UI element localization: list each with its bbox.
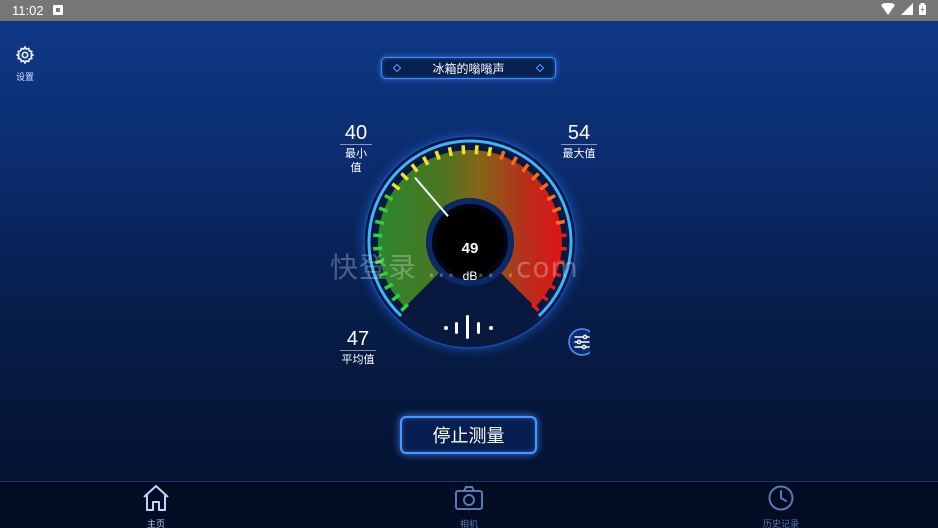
watermark: 快登录 ... ... .com (330, 251, 579, 284)
nav-history-label: 历史记录 (762, 520, 799, 528)
min-stat: 40 最小值 (340, 122, 372, 175)
battery-icon (919, 3, 926, 15)
diamond-right-icon (535, 63, 545, 73)
max-stat: 54 最大值 (561, 122, 597, 161)
status-icons (881, 3, 926, 15)
clock-icon (768, 485, 794, 511)
gauge-tick (555, 219, 566, 226)
gauge-tick (474, 145, 479, 155)
gear-icon (15, 45, 35, 65)
max-label: 最大值 (561, 144, 597, 161)
gauge-tick (486, 146, 493, 157)
avg-stat: 47 平均值 (340, 328, 376, 367)
camera-icon (455, 486, 483, 510)
gauge-tick (557, 233, 567, 238)
sliders-icon (574, 334, 590, 350)
bottom-nav: 主页 相机 历史记录 (0, 481, 938, 528)
nav-history[interactable]: 历史记录 (751, 484, 811, 528)
wifi-icon (881, 3, 895, 15)
notification-icon (53, 5, 63, 15)
gauge-tick (374, 219, 385, 226)
recording-title[interactable]: 冰箱的嗡嗡声 (381, 57, 556, 79)
gauge-tick (461, 145, 466, 155)
min-value: 40 (344, 122, 368, 144)
gauge-tick (373, 233, 383, 238)
settings-label: 设置 (15, 73, 34, 83)
recording-title-text: 冰箱的嗡嗡声 (432, 61, 505, 76)
diamond-left-icon (392, 63, 402, 73)
signal-icon (901, 3, 913, 15)
home-icon (143, 485, 169, 511)
gauge-tick (447, 146, 454, 157)
nav-home[interactable]: 主页 (126, 484, 186, 528)
nav-camera[interactable]: 相机 (439, 484, 499, 528)
max-value: 54 (567, 122, 591, 144)
avg-label: 平均值 (340, 350, 376, 367)
adjust-settings-button[interactable] (568, 328, 590, 356)
status-bar: 11:02 (0, 0, 938, 21)
decibel-gauge: 49 dB (352, 124, 590, 360)
avg-value: 47 (346, 328, 370, 350)
nav-home-label: 主页 (146, 520, 165, 528)
stop-measure-button[interactable]: 停止测量 (400, 416, 537, 454)
status-time: 11:02 (12, 3, 44, 18)
min-label: 最小值 (340, 144, 372, 175)
nav-camera-label: 相机 (459, 520, 478, 528)
settings-button[interactable]: 设置 (10, 45, 40, 83)
